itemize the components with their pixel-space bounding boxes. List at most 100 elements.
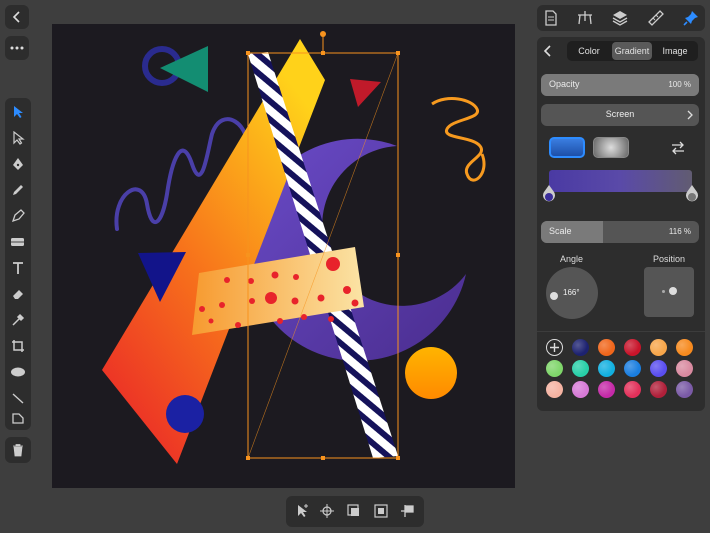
vector-brush-icon — [11, 209, 25, 223]
crop-tool[interactable] — [5, 334, 31, 358]
move-tool-icon — [14, 106, 23, 118]
ellipsis-icon — [10, 46, 24, 50]
orange-circle-shape[interactable] — [405, 347, 457, 399]
eraser-tool-icon — [13, 290, 23, 299]
resize-handle[interactable] — [246, 253, 250, 257]
fill-type-tabs: Color Gradient Image — [567, 41, 698, 61]
color-swatch[interactable] — [676, 339, 693, 356]
gradient-stop-right[interactable] — [685, 184, 699, 204]
rotate-handle[interactable] — [320, 31, 326, 37]
scale-label: Scale — [549, 226, 572, 236]
color-swatch[interactable] — [572, 339, 589, 356]
pen-tool[interactable] — [5, 152, 31, 176]
radial-gradient-button[interactable] — [593, 137, 629, 158]
panel-back-icon[interactable] — [543, 45, 553, 57]
tab-gradient[interactable]: Gradient — [612, 42, 652, 60]
ellipse-tool[interactable] — [5, 360, 31, 384]
layers-tree-icon[interactable] — [576, 9, 594, 27]
eraser-tool[interactable] — [5, 282, 31, 306]
crop-tool-icon — [12, 340, 24, 352]
transparency-tool[interactable] — [5, 406, 31, 430]
color-swatch[interactable] — [546, 360, 563, 377]
delete-button[interactable] — [5, 437, 31, 463]
studio-top-bar — [537, 5, 705, 31]
color-swatch[interactable] — [572, 381, 589, 398]
color-swatch[interactable] — [624, 360, 641, 377]
color-swatch[interactable] — [598, 360, 615, 377]
chevron-right-icon — [687, 110, 693, 120]
position-pad-knob[interactable] — [669, 287, 677, 295]
line-tool-icon — [12, 393, 24, 404]
plus-icon — [549, 342, 559, 352]
transparency-tool-icon — [12, 413, 24, 424]
pen-tool-icon — [13, 158, 23, 170]
fill-panel: Color Gradient Image Opacity 100 % Scree… — [537, 37, 705, 411]
opacity-slider[interactable]: Opacity 100 % — [541, 74, 699, 96]
blend-mode-select[interactable]: Screen — [541, 104, 699, 126]
color-swatch[interactable] — [650, 360, 667, 377]
panel-divider — [537, 331, 705, 332]
opacity-value: 100 % — [668, 80, 691, 89]
layers-icon[interactable] — [611, 9, 629, 27]
flag-icon[interactable] — [400, 503, 416, 519]
fill-tool[interactable] — [5, 230, 31, 254]
gradient-preview-bar[interactable] — [549, 170, 692, 192]
gradient-stop-left[interactable] — [542, 184, 556, 204]
color-swatch[interactable] — [650, 381, 667, 398]
resize-handle[interactable] — [396, 456, 400, 460]
swap-arrows-icon[interactable] — [670, 141, 686, 155]
linear-gradient-button[interactable] — [549, 137, 585, 158]
color-swatch[interactable] — [676, 360, 693, 377]
align-center-icon[interactable] — [373, 503, 389, 519]
blue-circle-shape[interactable] — [166, 395, 204, 433]
select-pointer-icon[interactable] — [294, 503, 310, 519]
color-swatch[interactable] — [624, 381, 641, 398]
tools-toolbar — [5, 98, 31, 430]
small-red-triangle-shape[interactable] — [350, 79, 381, 107]
color-picker-icon — [12, 313, 25, 326]
ellipse-tool-icon — [11, 367, 25, 377]
color-swatch[interactable] — [624, 339, 641, 356]
color-swatch[interactable] — [572, 360, 589, 377]
resize-handle[interactable] — [396, 253, 400, 257]
resize-handle[interactable] — [396, 51, 400, 55]
color-picker-tool[interactable] — [5, 308, 31, 332]
crosshair-icon[interactable] — [319, 503, 335, 519]
color-swatch[interactable] — [546, 381, 563, 398]
resize-handle[interactable] — [321, 51, 325, 55]
resize-handle[interactable] — [246, 456, 250, 460]
orange-swirl-shape[interactable] — [431, 97, 486, 182]
resize-handle[interactable] — [321, 456, 325, 460]
context-toolbar — [286, 496, 424, 527]
text-tool[interactable] — [5, 256, 31, 280]
ruler-icon[interactable] — [647, 9, 665, 27]
move-tool[interactable] — [5, 100, 31, 124]
color-swatch[interactable] — [650, 339, 667, 356]
resize-handle[interactable] — [246, 51, 250, 55]
scale-value: 116 % — [668, 227, 691, 236]
text-tool-icon — [13, 262, 23, 274]
document-icon[interactable] — [542, 9, 560, 27]
more-button[interactable] — [5, 36, 29, 60]
tab-color[interactable]: Color — [569, 42, 609, 60]
position-pad[interactable] — [644, 267, 694, 317]
back-button[interactable] — [5, 5, 29, 29]
fill-tool-icon — [11, 238, 24, 246]
color-swatch[interactable] — [598, 381, 615, 398]
tab-image[interactable]: Image — [655, 42, 695, 60]
scale-slider[interactable]: Scale 116 % — [541, 221, 699, 243]
node-tool[interactable] — [5, 126, 31, 150]
angle-dial[interactable]: 166° — [546, 267, 598, 319]
pin-icon[interactable] — [682, 9, 700, 27]
pencil-tool[interactable] — [5, 178, 31, 202]
align-front-icon[interactable] — [346, 503, 362, 519]
artboard-canvas[interactable] — [52, 24, 515, 488]
artwork[interactable] — [52, 24, 515, 488]
color-swatch[interactable] — [598, 339, 615, 356]
color-swatch[interactable] — [676, 381, 693, 398]
angle-dial-knob[interactable] — [550, 292, 558, 300]
trash-icon — [13, 444, 23, 457]
vector-brush-tool[interactable] — [5, 204, 31, 228]
add-swatch-button[interactable] — [546, 339, 563, 356]
pencil-tool-icon — [13, 185, 23, 195]
